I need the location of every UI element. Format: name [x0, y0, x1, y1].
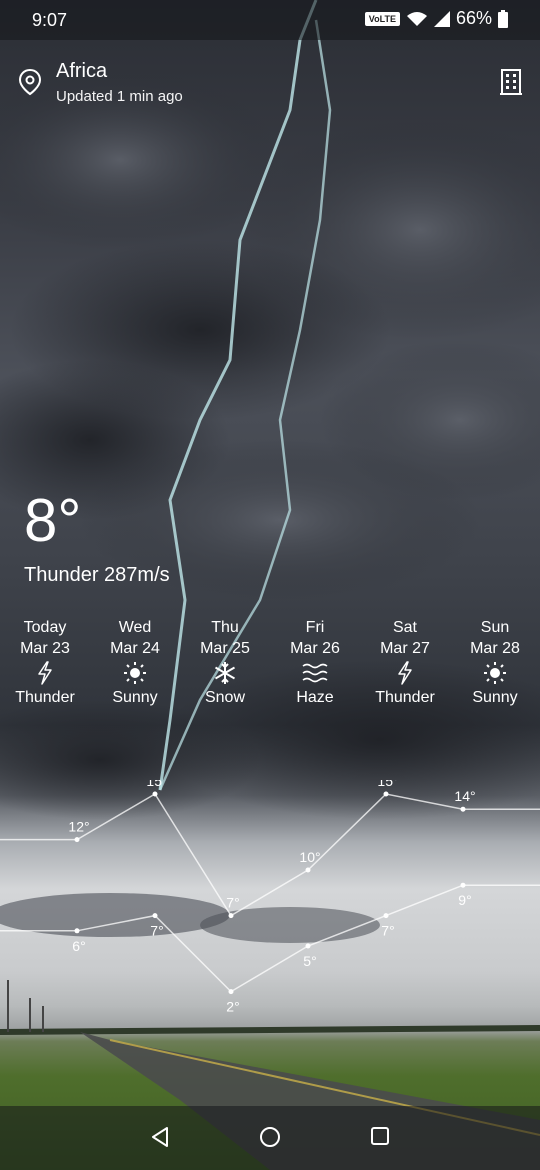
location-name[interactable]: Africa: [56, 60, 107, 83]
forecast-day-name: Fri: [305, 619, 325, 636]
high-temp-label: 12°: [68, 819, 89, 835]
forecast-day[interactable]: Thu Mar 25 Snow: [180, 617, 270, 708]
recents-icon[interactable]: [370, 1126, 390, 1146]
forecast-condition: Snow: [204, 689, 246, 706]
high-temp-point: [228, 913, 234, 919]
high-temp-label: 7°: [226, 895, 239, 911]
high-temp-label: 10°: [299, 849, 320, 865]
low-temp-point: [460, 882, 466, 888]
home-icon[interactable]: [259, 1126, 281, 1148]
current-temperature: 8°: [24, 487, 82, 554]
low-temp-point: [305, 943, 311, 949]
forecast-day[interactable]: Today Mar 23 Thunder: [0, 617, 90, 708]
high-temp-label: 15°: [377, 780, 398, 789]
low-temp-label: 5°: [303, 953, 316, 969]
haze-icon: [302, 663, 328, 683]
battery-icon: [498, 9, 508, 28]
low-temp-label: 2°: [226, 999, 239, 1015]
forecast-date: Mar 23: [20, 640, 70, 657]
low-temp-label: 7°: [150, 923, 163, 939]
forecast-day-name: Sun: [480, 619, 510, 636]
low-temp-label: 7°: [381, 923, 394, 939]
high-temp-label: 15°: [146, 780, 167, 789]
high-temp-point: [383, 791, 389, 797]
forecast-condition: Thunder: [375, 689, 435, 706]
low-temp-point: [152, 913, 158, 919]
forecast-day[interactable]: Sun Mar 28 Sunny: [450, 617, 540, 708]
sun-icon: [484, 662, 506, 684]
forecast-day-name: Thu: [211, 619, 239, 636]
signal-icon: [433, 10, 450, 27]
forecast-date: Mar 28: [470, 640, 520, 657]
forecast-condition: Sunny: [112, 689, 158, 706]
forecast-day[interactable]: Wed Mar 24 Sunny: [90, 617, 180, 708]
city-list-icon[interactable]: [500, 68, 522, 96]
low-temp-point: [228, 989, 234, 995]
daily-forecast: Today Mar 23 Thunder Wed Mar 24 Sunny Th…: [0, 617, 540, 708]
snowflake-icon: [214, 662, 236, 684]
location-pin-icon[interactable]: [18, 68, 42, 96]
status-bar: 9:07 VoLTE 66%: [0, 0, 540, 40]
clock: 9:07: [32, 10, 68, 30]
forecast-date: Mar 25: [200, 640, 250, 657]
high-temp-point: [74, 837, 80, 843]
navigation-bar: [0, 1106, 540, 1170]
high-temp-point: [460, 806, 466, 812]
high-temp-point: [152, 791, 158, 797]
battery-percent: 66%: [455, 8, 492, 28]
high-temp-point: [305, 867, 311, 873]
location-header: Africa Updated 1 min ago: [18, 56, 522, 116]
lightning-icon: [398, 661, 412, 685]
lightning-icon: [38, 661, 52, 685]
temperature-chart: 12° 15° 7° 10° 15° 14° 6° 7° 2° 5° 7° 9°: [0, 780, 540, 1015]
forecast-date: Mar 27: [380, 640, 430, 657]
weather-screen: 9:07 VoLTE 66% Africa Updated 1 min ago …: [0, 0, 540, 1170]
wifi-icon: [406, 11, 427, 26]
forecast-condition: Haze: [296, 689, 334, 706]
forecast-day-name: Sat: [392, 619, 417, 636]
forecast-day-name: Wed: [118, 619, 152, 636]
low-temp-point: [74, 928, 80, 934]
current-condition: Thunder 287m/s: [24, 564, 170, 586]
high-temp-label: 14°: [454, 788, 475, 804]
last-updated: Updated 1 min ago: [56, 88, 183, 105]
forecast-day-name: Today: [23, 619, 67, 636]
back-icon[interactable]: [150, 1126, 170, 1148]
forecast-condition: Thunder: [15, 689, 75, 706]
low-temp-label: 9°: [458, 892, 471, 908]
forecast-date: Mar 26: [290, 640, 340, 657]
volte-icon: VoLTE: [364, 11, 400, 26]
forecast-condition: Sunny: [472, 689, 518, 706]
forecast-date: Mar 24: [110, 640, 160, 657]
low-temp-label: 6°: [72, 938, 85, 954]
sun-icon: [124, 662, 146, 684]
forecast-day[interactable]: Fri Mar 26 Haze: [270, 617, 360, 708]
low-temp-point: [383, 913, 389, 919]
forecast-day[interactable]: Sat Mar 27 Thunder: [360, 617, 450, 708]
